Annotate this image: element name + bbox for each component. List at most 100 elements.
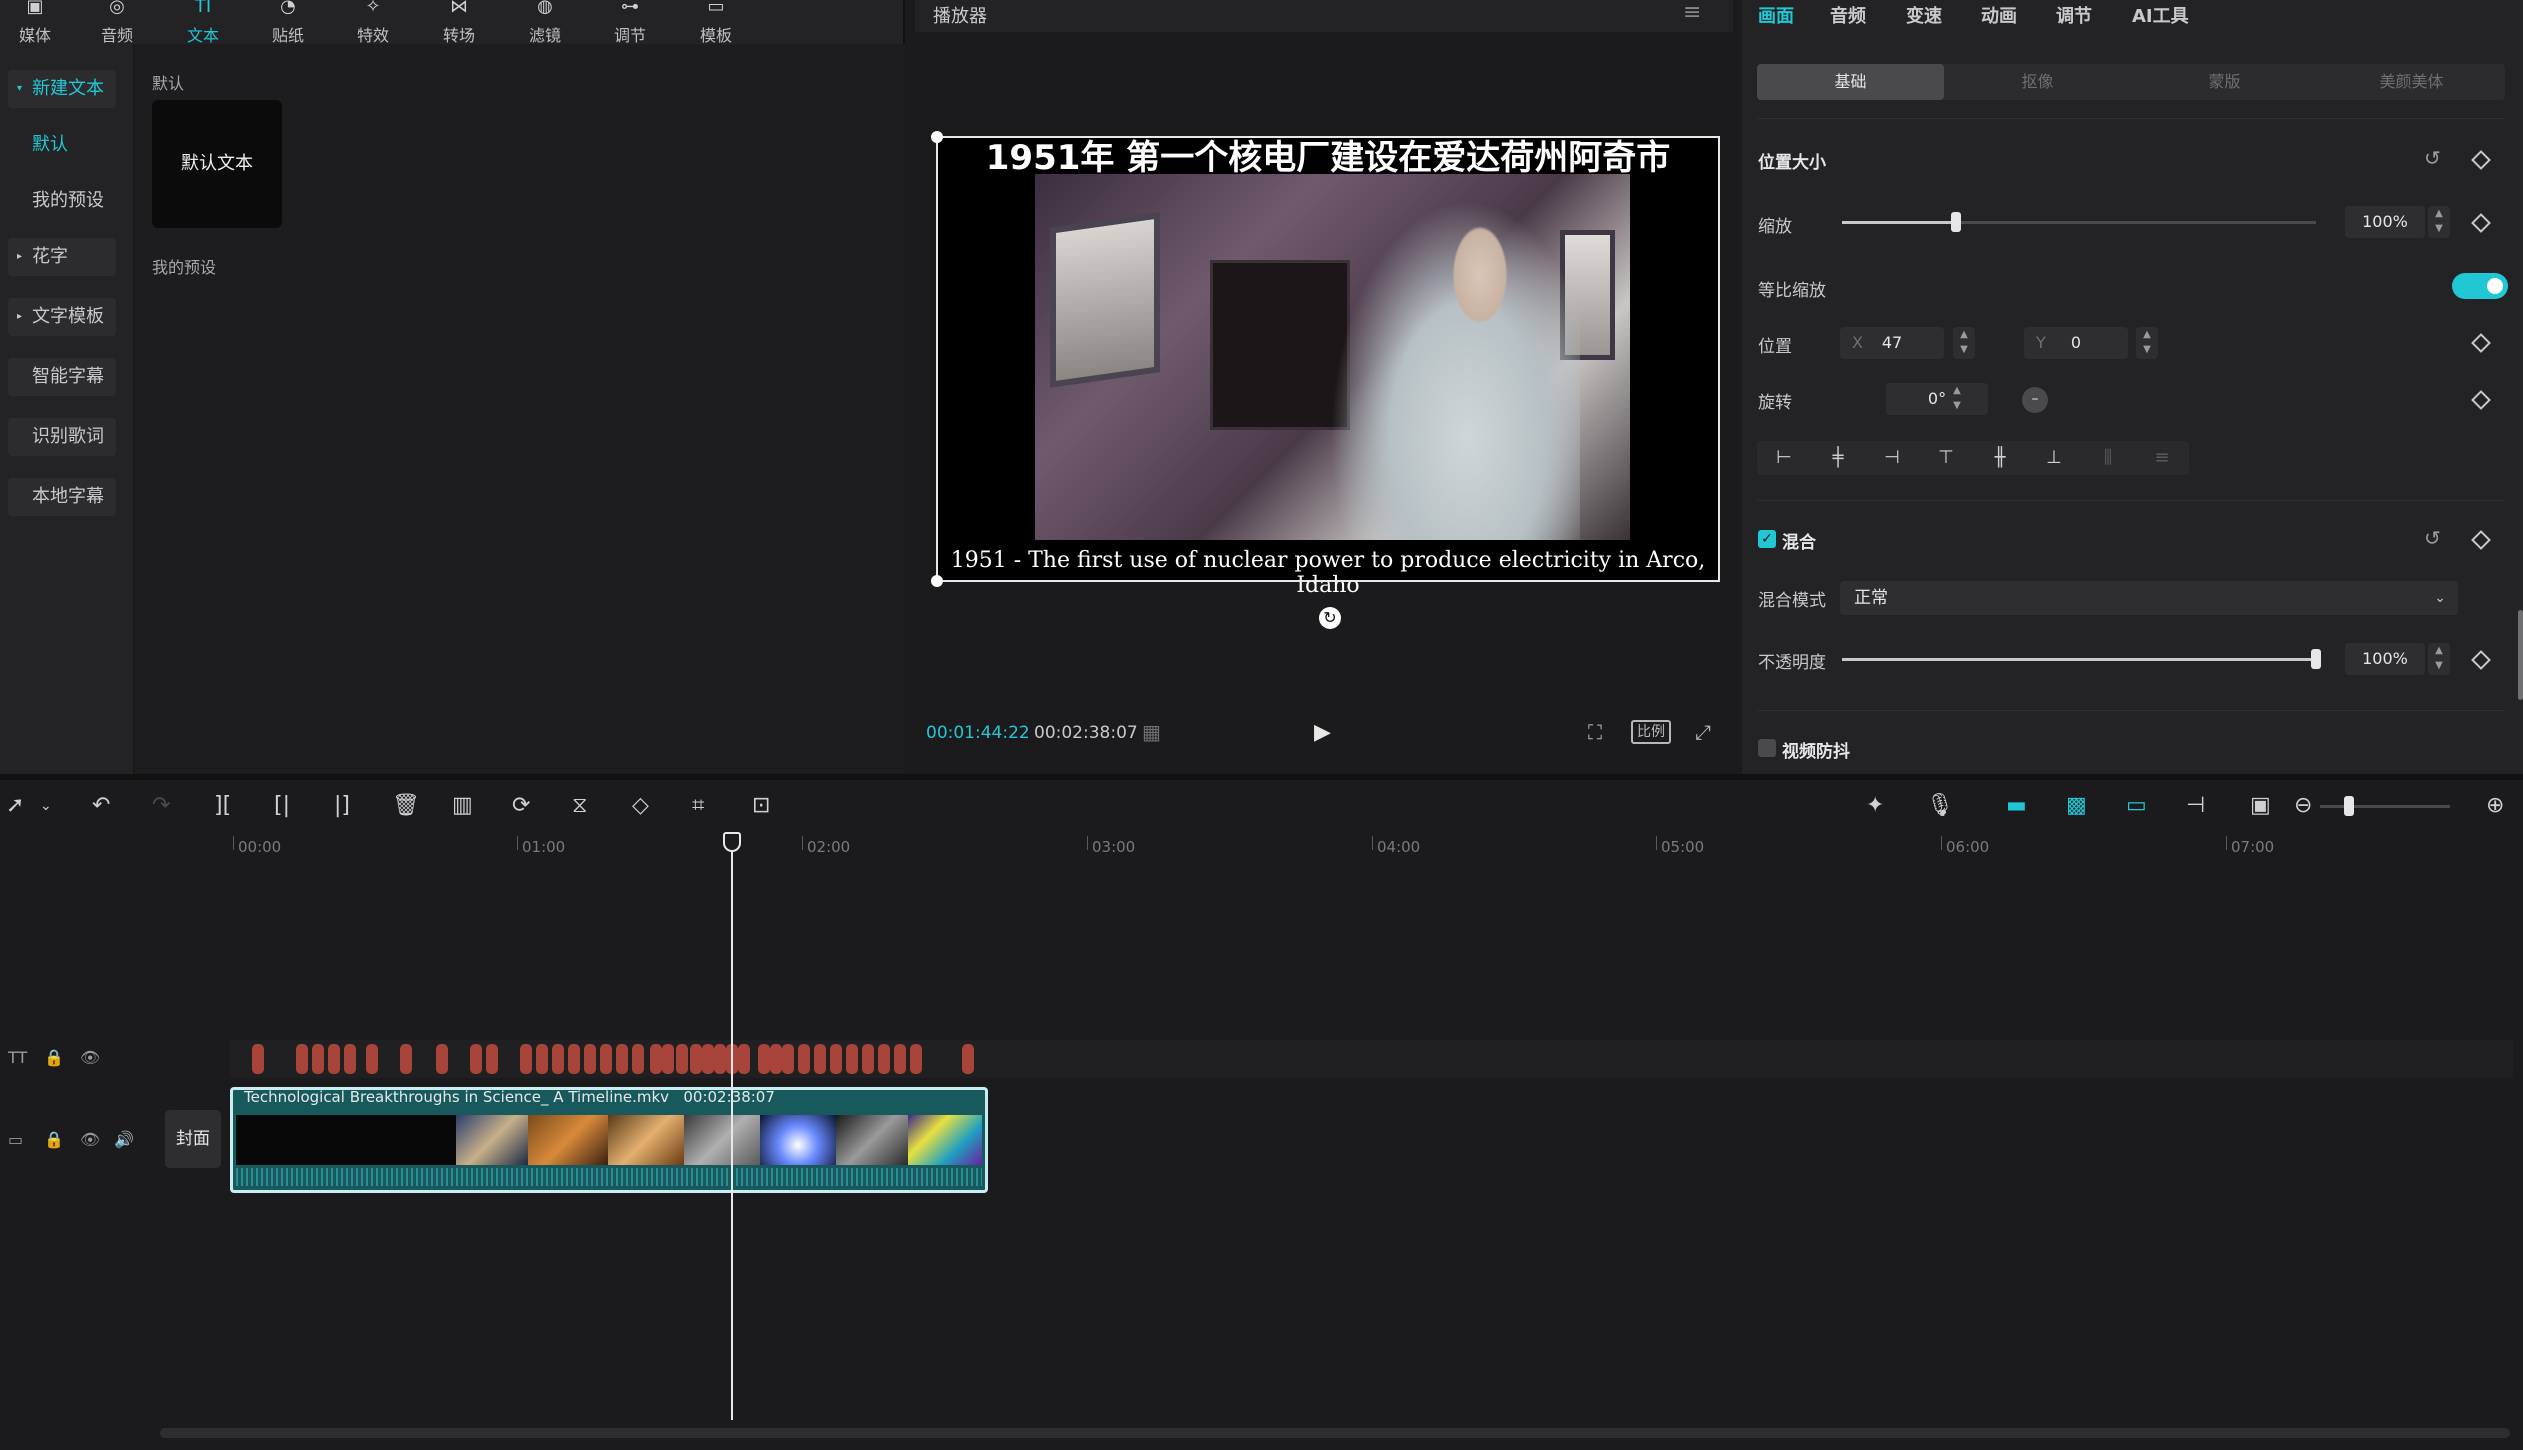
resize-handle-bottom-left[interactable] (931, 575, 943, 587)
text-clip[interactable] (714, 1044, 726, 1074)
split-left-icon[interactable]: [| (274, 792, 290, 820)
rotate-stepper[interactable]: ▲ ▼ (1946, 383, 1968, 415)
text-clip[interactable] (252, 1044, 264, 1074)
text-clip[interactable] (690, 1044, 702, 1074)
position-x-stepper[interactable]: ▲ ▼ (1953, 327, 1975, 359)
text-clip[interactable] (436, 1044, 448, 1074)
align-center-v-icon[interactable]: ╫ (1973, 441, 2027, 475)
picture-adjust-icon[interactable]: ⊡ (752, 792, 770, 820)
distribute-h-icon[interactable]: ⫼ (2081, 441, 2135, 475)
align-top-icon[interactable]: ⊤ (1919, 441, 1973, 475)
text-clip[interactable] (910, 1044, 922, 1074)
text-clip[interactable] (814, 1044, 826, 1074)
undo-icon[interactable]: ↶ (92, 792, 110, 820)
position-y-input[interactable]: Y0 (2024, 327, 2128, 359)
text-clip[interactable] (830, 1044, 842, 1074)
magic-marker-icon[interactable]: ✦ (1866, 792, 1884, 820)
text-clip[interactable] (400, 1044, 412, 1074)
blend-heading[interactable]: 混合 (1782, 528, 1816, 553)
text-clip[interactable] (296, 1044, 308, 1074)
align-bottom-icon[interactable]: ⊥ (2027, 441, 2081, 475)
redo-icon[interactable]: ↷ (152, 792, 170, 820)
text-clip[interactable] (344, 1044, 356, 1074)
text-clip[interactable] (584, 1044, 596, 1074)
zoom-in-icon[interactable]: ⊕ (2486, 792, 2504, 820)
position-x-input[interactable]: X 47 (1840, 327, 1944, 359)
snapshot-icon[interactable]: ⛶ (1588, 718, 1602, 746)
speaker-icon[interactable]: 🔊 (114, 1130, 134, 1149)
snap-icon[interactable]: ▩ (2066, 792, 2087, 820)
toolbar-sticker[interactable]: ◔ 贴纸 (253, 0, 323, 45)
scale-slider-knob[interactable] (1950, 212, 1961, 232)
text-clip[interactable] (520, 1044, 532, 1074)
text-clip[interactable] (600, 1044, 612, 1074)
stabilize-heading[interactable]: 视频防抖 (1782, 737, 1850, 762)
align-center-h-icon[interactable]: ╪ (1811, 441, 1865, 475)
nav-local-subtitle[interactable]: 本地字幕 (8, 478, 116, 516)
text-clip[interactable] (676, 1044, 688, 1074)
cover-button[interactable]: 封面 (165, 1110, 221, 1168)
toolbar-effects[interactable]: ✧ 特效 (338, 0, 408, 45)
tab-speed[interactable]: 变速 (1906, 2, 1942, 28)
text-clip[interactable] (962, 1044, 974, 1074)
reset-icon[interactable]: ↺ (2424, 526, 2441, 550)
nav-new-text[interactable]: ▾ 新建文本 (8, 70, 116, 108)
rotate-handle-icon[interactable]: ↻ (1319, 607, 1341, 629)
rotate-icon[interactable]: ◇ (632, 792, 649, 820)
toolbar-text[interactable]: TI 文本 (168, 0, 238, 45)
eye-icon[interactable]: 👁 (80, 1130, 100, 1149)
rotate-dial-icon[interactable]: – (2022, 387, 2048, 413)
fullscreen-icon[interactable]: ⤢ (1695, 718, 1711, 746)
rotate-input[interactable]: 0° (1886, 383, 1988, 415)
text-clip[interactable] (846, 1044, 858, 1074)
eye-icon[interactable]: 👁 (80, 1048, 100, 1067)
lock-icon[interactable]: 🔒 (44, 1130, 64, 1149)
text-clip[interactable] (470, 1044, 482, 1074)
nav-smart-subtitle[interactable]: 智能字幕 (8, 358, 116, 396)
nav-fancy-text[interactable]: ▸ 花字 (8, 238, 116, 276)
text-clip[interactable] (782, 1044, 794, 1074)
menu-icon[interactable]: ≡ (1683, 0, 1701, 25)
nav-text-template[interactable]: ▸ 文字模板 (8, 298, 116, 336)
text-clip[interactable] (702, 1044, 714, 1074)
sub-tab-beauty[interactable]: 美颜美体 (2318, 64, 2505, 100)
mirror-icon[interactable]: ⧖ (572, 792, 587, 820)
opacity-stepper[interactable]: ▲ ▼ (2428, 643, 2450, 675)
toolbar-media[interactable]: ▣ 媒体 (0, 0, 70, 45)
split-right-icon[interactable]: |] (334, 792, 350, 820)
align-left-icon[interactable]: ⊢ (1757, 441, 1811, 475)
uniform-scale-toggle[interactable] (2452, 273, 2508, 299)
select-tool-icon[interactable]: ➚ (6, 792, 24, 820)
resize-handle-top-left[interactable] (931, 131, 943, 143)
playhead[interactable] (731, 832, 733, 1420)
blend-checkbox[interactable]: ✓ (1758, 530, 1776, 548)
reverse-icon[interactable]: ⟳ (512, 792, 530, 820)
play-button[interactable]: ▶ (1314, 720, 1331, 745)
chevron-down-icon[interactable]: ⌄ (40, 792, 52, 820)
linkage-icon[interactable]: ▭ (2126, 792, 2147, 820)
text-clip[interactable] (486, 1044, 498, 1074)
text-clip[interactable] (798, 1044, 810, 1074)
nav-recognize-lyrics[interactable]: 识别歌词 (8, 418, 116, 456)
playhead-handle[interactable] (723, 832, 741, 852)
zoom-slider-knob[interactable] (2344, 796, 2354, 816)
microphone-icon[interactable]: 🎙 (1926, 792, 1954, 820)
text-clip[interactable] (568, 1044, 580, 1074)
timeline-scrollbar[interactable] (160, 1428, 2510, 1438)
text-clip[interactable] (650, 1044, 662, 1074)
timecode-grid-icon[interactable]: ▦ (1142, 718, 1161, 746)
freeze-frame-icon[interactable]: ▥ (452, 792, 473, 820)
ratio-button[interactable]: 比例 (1631, 720, 1671, 744)
tab-animation[interactable]: 动画 (1981, 2, 2017, 28)
tab-canvas[interactable]: 画面 (1758, 2, 1794, 28)
distribute-v-icon[interactable]: ≡ (2135, 441, 2189, 475)
delete-icon[interactable]: 🗑 (392, 792, 420, 820)
zoom-out-icon[interactable]: ⊖ (2294, 792, 2312, 820)
scale-stepper[interactable]: ▲ ▼ (2428, 206, 2450, 238)
toolbar-template[interactable]: ▭ 模板 (681, 0, 751, 45)
text-clip[interactable] (894, 1044, 906, 1074)
sub-tab-basic[interactable]: 基础 (1757, 64, 1944, 100)
opacity-slider-knob[interactable] (2311, 649, 2321, 669)
panel-scrollbar[interactable] (2518, 610, 2523, 700)
main-track-magnet-icon[interactable]: ▬ (2006, 792, 2027, 820)
